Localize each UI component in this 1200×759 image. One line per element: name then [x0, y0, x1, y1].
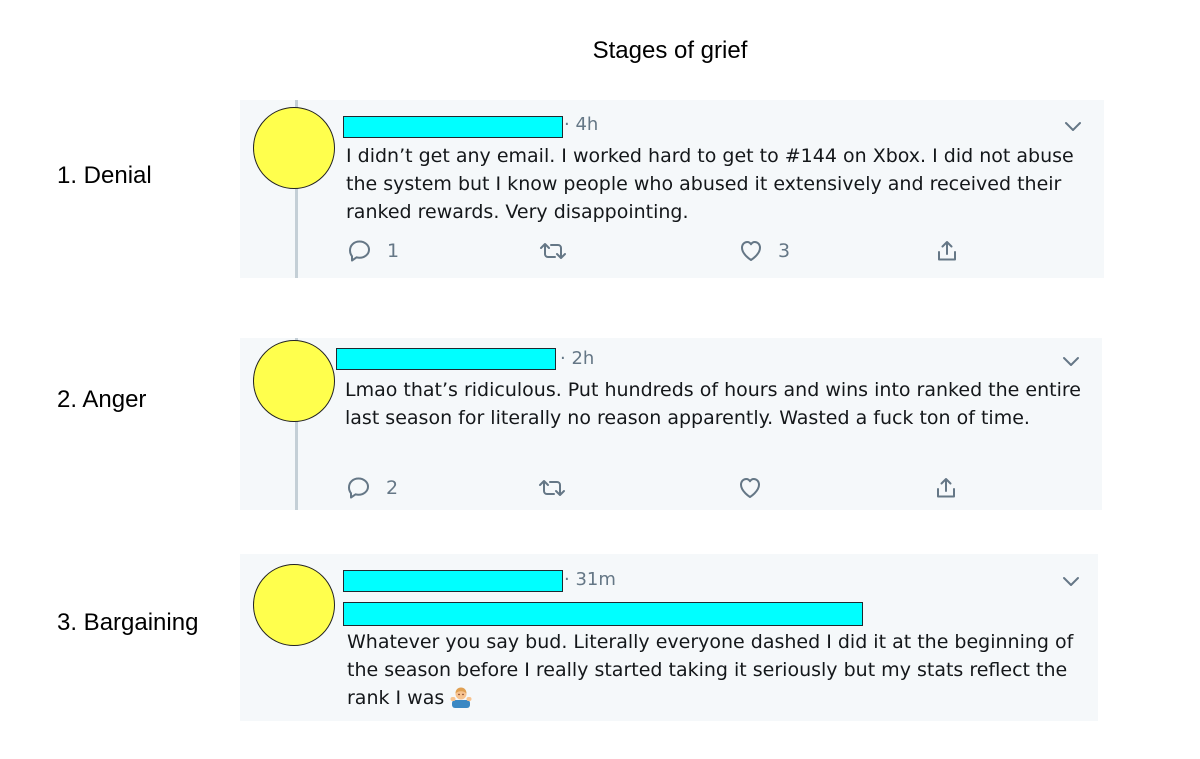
tweet-timestamp[interactable]: · 4h — [564, 113, 598, 137]
tweet-timestamp[interactable]: · 2h — [560, 347, 594, 371]
chevron-down-icon[interactable] — [1061, 354, 1081, 368]
tweet-text: Whatever you say bud. Literally everyone… — [347, 628, 1087, 712]
reply-icon — [348, 477, 369, 499]
like-count: 3 — [778, 240, 791, 262]
stage-label-anger: 2. Anger — [57, 386, 147, 413]
heart-icon — [741, 241, 761, 261]
heart-icon — [740, 478, 760, 498]
stage-label-denial: 1. Denial — [57, 162, 152, 189]
avatar[interactable] — [253, 564, 335, 646]
page-title: Stages of grief — [592, 37, 748, 64]
tweet-text: Lmao that’s ridiculous. Put hundreds of … — [345, 379, 1081, 429]
avatar[interactable] — [253, 340, 335, 422]
tweet-card-denial: · 4h I didn’t get any email. I worked ha… — [240, 100, 1104, 278]
redacted-username — [343, 116, 563, 138]
share-icon — [938, 241, 956, 261]
share-button[interactable] — [933, 474, 959, 502]
reply-button[interactable]: 1 — [347, 237, 399, 265]
retweet-button[interactable] — [538, 237, 582, 265]
reply-button[interactable]: 2 — [346, 474, 398, 502]
avatar[interactable] — [253, 107, 335, 189]
redacted-reply-context — [343, 602, 863, 626]
like-button[interactable]: 3 — [738, 237, 790, 265]
share-icon — [937, 478, 955, 498]
man-shrugging-emoji — [450, 687, 472, 708]
reply-icon — [349, 240, 370, 262]
chevron-down-icon[interactable] — [1061, 574, 1081, 588]
tweet-card-anger: · 2h Lmao that’s ridiculous. Put hundred… — [240, 338, 1102, 510]
chevron-down-icon[interactable] — [1063, 119, 1083, 133]
tweet-text: I didn’t get any email. I worked hard to… — [346, 145, 1074, 223]
retweet-button[interactable] — [537, 474, 581, 502]
redacted-username — [336, 348, 556, 370]
reply-count: 2 — [386, 477, 399, 499]
redacted-username — [343, 570, 563, 592]
retweet-icon — [540, 243, 566, 259]
retweet-icon — [539, 480, 565, 496]
share-button[interactable] — [934, 237, 960, 265]
tweet-card-bargaining: · 31m Whatever you say bud. Literally ev… — [240, 554, 1098, 721]
reply-count: 1 — [387, 240, 400, 262]
like-button[interactable] — [737, 474, 777, 502]
stage-label-bargaining: 3. Bargaining — [57, 609, 199, 636]
tweet-timestamp[interactable]: · 31m — [564, 568, 616, 592]
